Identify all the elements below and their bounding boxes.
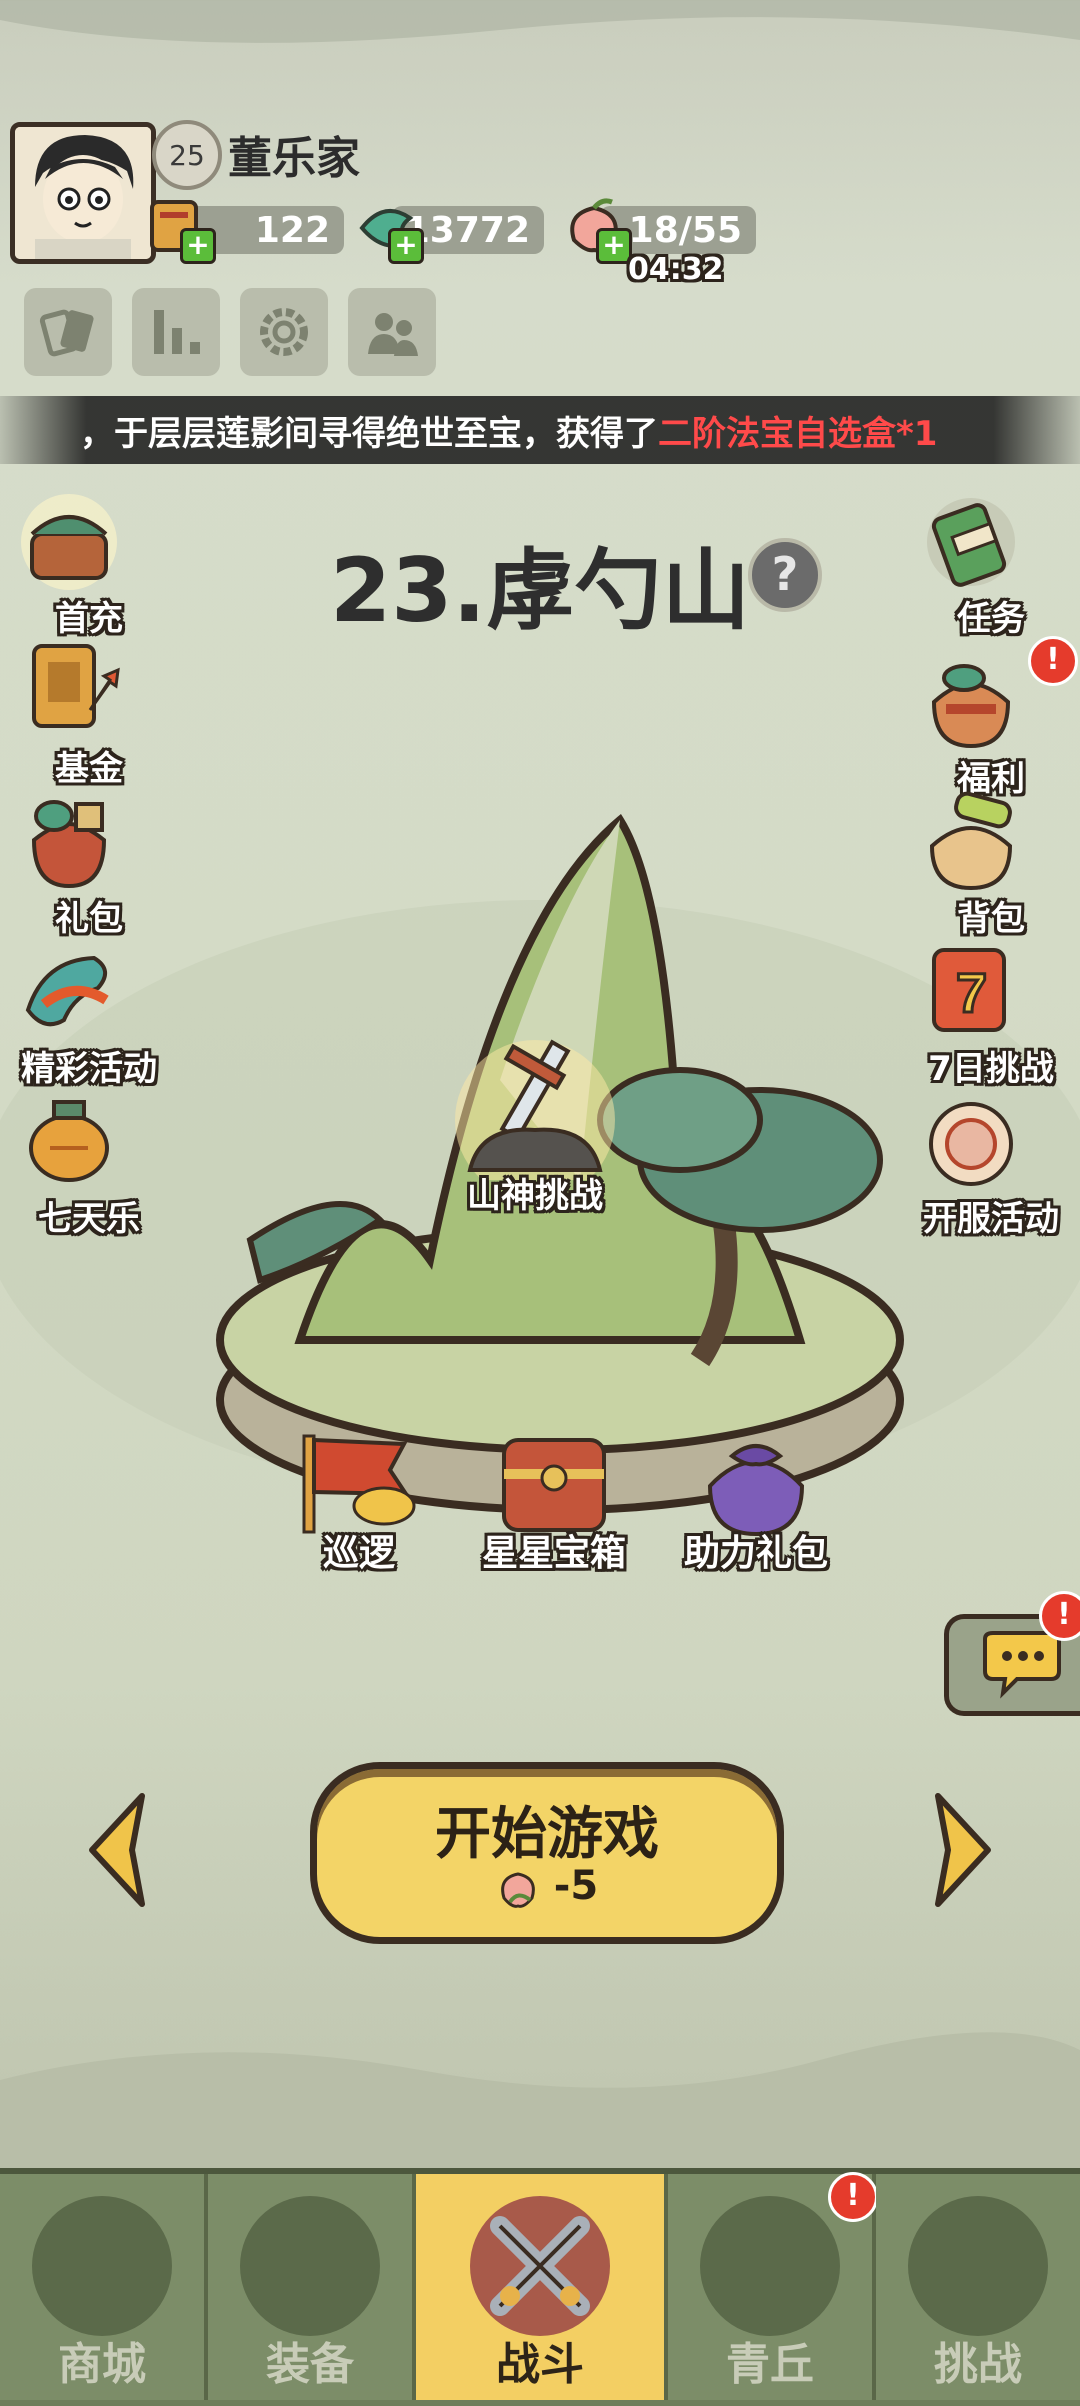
prev-stage-arrow[interactable] [82,1790,152,1910]
lantern-icon [29,1100,109,1182]
plus-icon: + [596,228,632,264]
player-name: 董乐家 [228,133,360,184]
backpack-label: 背包 [957,899,1025,939]
server-plate-icon [929,1102,1013,1186]
peach-add-button[interactable]: + [562,194,632,264]
peach-icon [500,1872,535,1908]
marquee-text: ，于层层莲影间寻得绝世至宝，获得了 [80,413,658,454]
gift-pack-label: 礼包 [55,899,123,939]
tab-shop[interactable]: 商城 [0,2174,208,2400]
backpack-button[interactable]: 背包 [916,790,1066,940]
welfare-alert-badge: ! [1028,636,1078,686]
star-chest-label: 星星宝箱 [481,1533,626,1574]
fund-label: 基金 [55,749,123,789]
stamina-timer: 04:32 [628,252,724,287]
start-game-button[interactable]: 开始游戏 -5 [310,1762,784,1944]
tab-challenge[interactable]: 挑战 [876,2174,1080,2400]
ranking-bars-icon [154,310,200,354]
player-level: 25 [152,120,222,190]
seven-day-scroll-icon: 7 [932,948,1006,1032]
welfare-bag-icon [931,664,1011,749]
seven-days-label: 七天乐 [38,1199,140,1239]
mountain-icon [700,2196,840,2336]
crossed-swords-icon [470,2196,610,2336]
chat-button[interactable]: ! [944,1591,1080,1716]
fund-button[interactable]: 基金 [14,640,164,790]
tab-shop-label: 商城 [58,2339,146,2390]
chevron-left-icon [89,1793,145,1907]
tab-equipment[interactable]: 装备 [208,2174,416,2400]
first-recharge-label: 首充 [55,599,123,639]
tab-qingqiu[interactable]: 青丘 ! [668,2172,878,2400]
stage-title: 23.虖勺山 [330,539,750,642]
tab-battle-label: 战斗 [496,2339,584,2390]
welfare-button[interactable]: 福利 ! [916,636,1078,800]
tab-battle[interactable]: 战斗 [416,2174,668,2400]
ranking-button[interactable] [132,288,220,376]
tasks-button[interactable]: 任务 [916,490,1066,640]
treasure-chest-icon [21,494,117,590]
events-label: 精彩活动 [21,1049,157,1089]
friends-button[interactable] [348,288,436,376]
server-open-event-label: 开服活动 [923,1199,1059,1239]
gift-bag-icon [31,800,107,889]
seven-day-challenge-label: 7日挑战 [928,1049,1054,1089]
assist-bag-icon [707,1444,805,1537]
svg-text:7: 7 [956,961,987,1024]
tasks-label: 任务 [957,599,1025,639]
marquee-highlight: 二阶法宝自选盒*1 [658,413,938,454]
start-cost-value: -5 [553,1863,599,1909]
sword-in-stone-icon [455,1039,615,1200]
tab-qingqiu-label: 青丘 [726,2339,814,2390]
chevron-right-icon [935,1793,991,1907]
cards-icon [39,309,94,357]
avatar-portrait-icon [15,127,151,259]
player-avatar[interactable] [10,122,156,264]
first-recharge-button[interactable]: 首充 [14,490,164,640]
server-open-event-button[interactable]: 开服活动 [916,1090,1066,1240]
events-button[interactable]: 精彩活动 [14,940,164,1090]
shop-icon [32,2196,172,2336]
start-cost: -5 [317,1863,777,1910]
patrol-label: 巡逻 [322,1533,395,1574]
task-scroll-icon [927,498,1015,587]
next-stage-arrow[interactable] [928,1790,998,1910]
cards-button[interactable] [24,288,112,376]
helmet-icon [240,2196,380,2336]
assist-gift-label: 助力礼包 [683,1533,828,1574]
seven-days-button[interactable]: 七天乐 [14,1090,164,1240]
chat-bubble-icon [983,1631,1061,1699]
patrol-button[interactable]: 巡逻 [284,1426,434,1576]
start-game-label: 开始游戏 [435,1802,659,1867]
jade-add-button[interactable]: + [354,194,424,264]
friends-icon [368,313,418,356]
plus-icon: + [388,228,424,264]
fund-book-icon [32,644,120,728]
tab-challenge-label: 挑战 [934,2339,1022,2390]
gift-pack-button[interactable]: 礼包 [14,790,164,940]
coupon-add-button[interactable]: + [146,194,216,264]
star-chest-icon [502,1438,606,1532]
mountain-god-challenge-button[interactable]: 山神挑战 [440,1030,630,1230]
stage-help-button[interactable]: ? [748,538,822,612]
gear-icon [260,308,308,356]
challenge-orb-icon [908,2196,1048,2336]
seven-day-challenge-button[interactable]: 7 7日挑战 [916,940,1066,1090]
tab-equipment-label: 装备 [266,2339,354,2390]
backpack-icon [929,791,1013,891]
mountain-god-challenge-label: 山神挑战 [467,1176,603,1216]
qingqiu-alert-badge: ! [828,2172,878,2222]
star-chest-button[interactable]: 星星宝箱 [474,1426,634,1576]
settings-button[interactable] [240,288,328,376]
assist-gift-button[interactable]: 助力礼包 [676,1426,836,1576]
broadcast-marquee: ，于层层莲影间寻得绝世至宝，获得了 二阶法宝自选盒*1 [0,396,1080,464]
dragon-event-icon [25,955,109,1027]
plus-icon: + [180,228,216,264]
patrol-flag-icon [302,1434,416,1534]
